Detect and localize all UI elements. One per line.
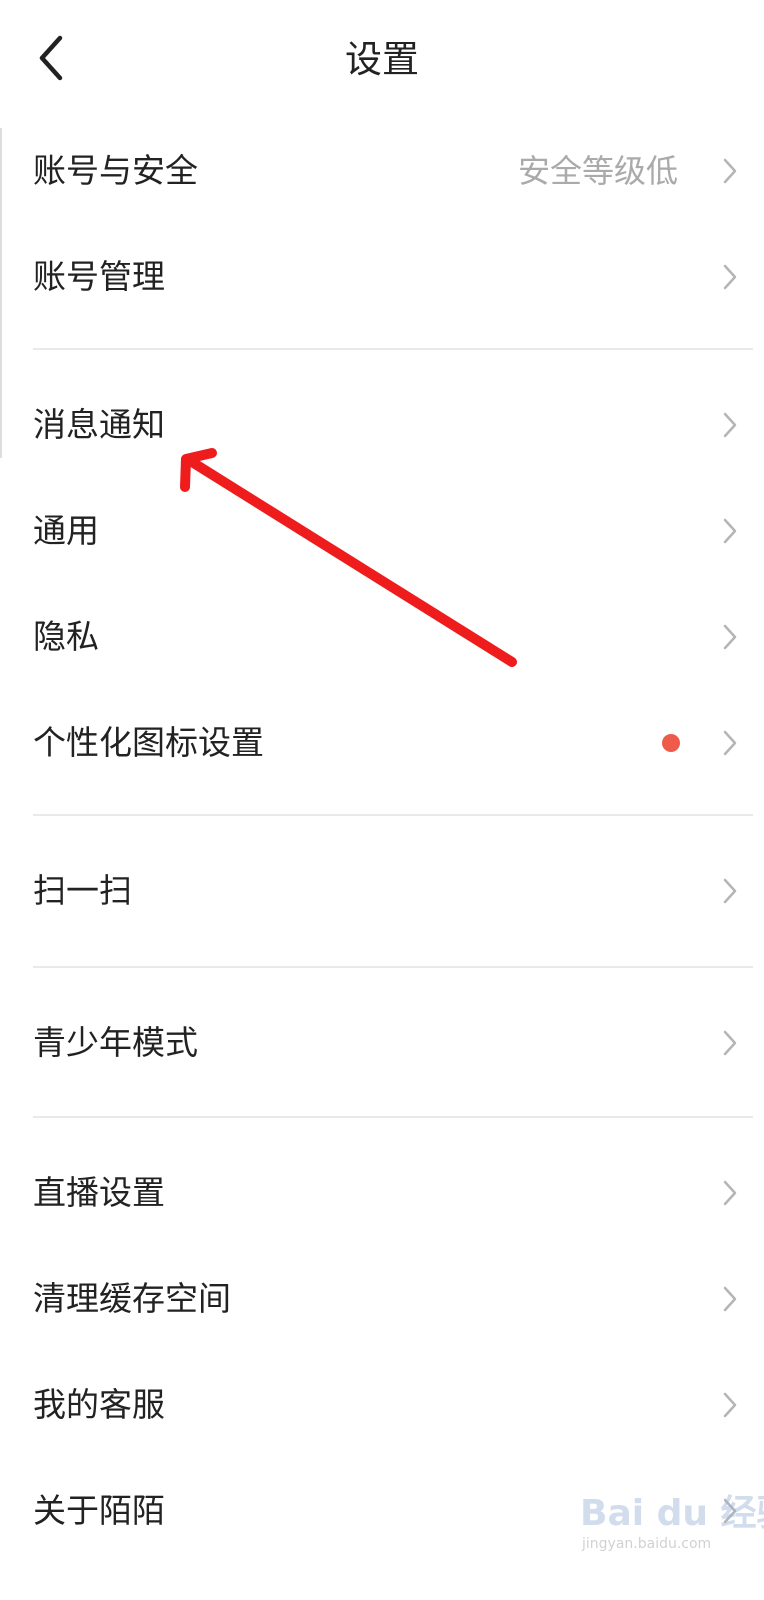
- row-label: 账号与安全: [33, 151, 198, 190]
- settings-row-customer-service[interactable]: 我的客服: [0, 1352, 764, 1458]
- group-divider: [33, 814, 753, 816]
- security-level-value: 安全等级低: [517, 152, 678, 190]
- row-label: 账号管理: [33, 257, 165, 296]
- chevron-right-icon: [722, 411, 738, 439]
- new-badge-dot: [662, 734, 680, 752]
- chevron-right-icon: [722, 1029, 738, 1057]
- settings-row-scan[interactable]: 扫一扫: [0, 838, 764, 944]
- chevron-right-icon: [722, 877, 738, 905]
- chevron-right-icon: [722, 1179, 738, 1207]
- settings-row-clear-cache[interactable]: 清理缓存空间: [0, 1246, 764, 1352]
- row-label: 我的客服: [33, 1385, 165, 1424]
- row-label: 关于陌陌: [33, 1491, 165, 1530]
- row-label: 隐私: [33, 617, 99, 656]
- settings-row-live-settings[interactable]: 直播设置: [0, 1140, 764, 1246]
- group-divider: [33, 348, 753, 350]
- row-label: 清理缓存空间: [33, 1279, 231, 1318]
- group-divider: [33, 1116, 753, 1118]
- settings-row-account-security[interactable]: 账号与安全 安全等级低: [0, 118, 764, 224]
- settings-row-teen-mode[interactable]: 青少年模式: [0, 990, 764, 1096]
- row-label: 个性化图标设置: [33, 723, 264, 762]
- chevron-right-icon: [722, 1497, 738, 1525]
- chevron-right-icon: [722, 517, 738, 545]
- row-label: 扫一扫: [33, 871, 132, 910]
- settings-row-personalized-icon[interactable]: 个性化图标设置: [0, 690, 764, 796]
- chevron-right-icon: [722, 729, 738, 757]
- chevron-right-icon: [722, 1285, 738, 1313]
- chevron-right-icon: [722, 623, 738, 651]
- settings-row-notifications[interactable]: 消息通知: [0, 372, 764, 478]
- group-divider: [33, 966, 753, 968]
- chevron-right-icon: [722, 157, 738, 185]
- chevron-right-icon: [722, 1391, 738, 1419]
- row-label: 青少年模式: [33, 1023, 198, 1062]
- settings-row-general[interactable]: 通用: [0, 478, 764, 584]
- row-label: 通用: [33, 511, 99, 550]
- settings-row-about[interactable]: 关于陌陌: [0, 1458, 764, 1564]
- row-label: 直播设置: [33, 1173, 165, 1212]
- row-label: 消息通知: [33, 405, 165, 444]
- page-title: 设置: [345, 38, 419, 81]
- settings-row-privacy[interactable]: 隐私: [0, 584, 764, 690]
- navigation-bar: 设置: [0, 0, 764, 118]
- settings-row-account-management[interactable]: 账号管理: [0, 224, 764, 330]
- chevron-right-icon: [722, 263, 738, 291]
